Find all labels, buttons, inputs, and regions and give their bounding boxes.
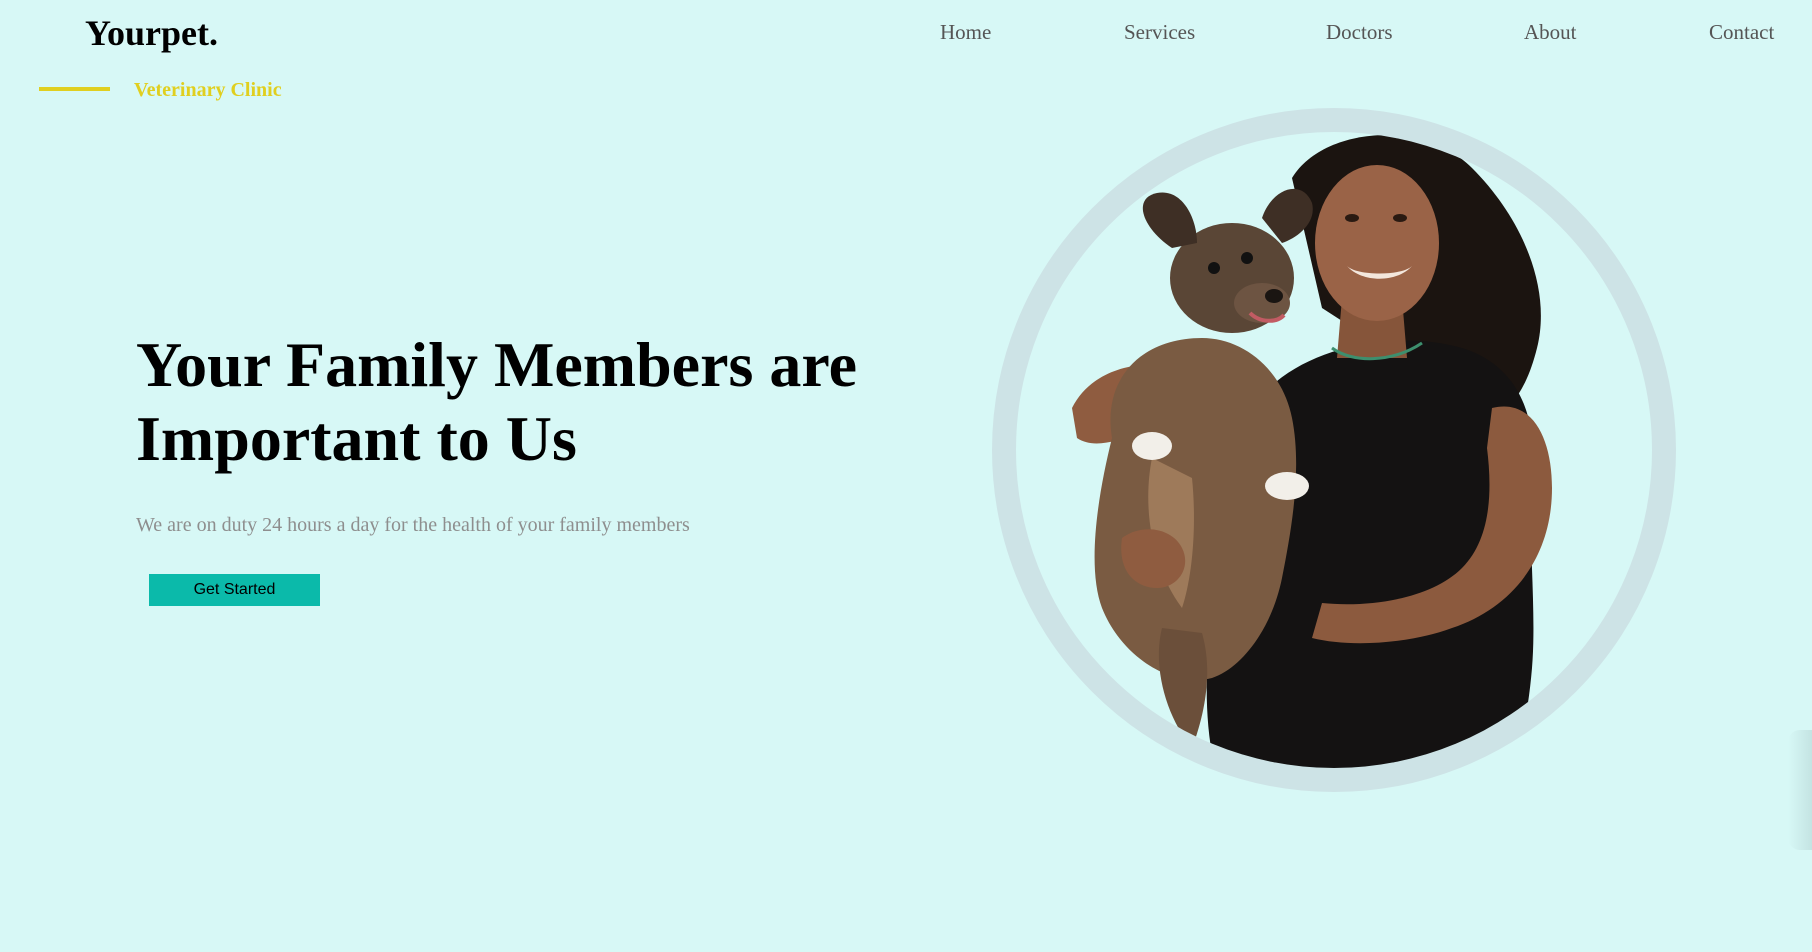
nav-doctors[interactable]: Doctors bbox=[1326, 20, 1393, 45]
hero-image bbox=[992, 108, 1676, 792]
floating-widget-edge bbox=[1788, 730, 1812, 850]
hero-title: Your Family Members are Important to Us bbox=[136, 328, 896, 476]
landing-page: Yourpet. Home Services Doctors About Con… bbox=[0, 0, 1812, 952]
nav-home[interactable]: Home bbox=[940, 20, 991, 45]
hero-title-line-2: Important to Us bbox=[136, 403, 577, 474]
nav-services[interactable]: Services bbox=[1124, 20, 1195, 45]
tagline-divider bbox=[39, 87, 110, 91]
hero-subtitle: We are on duty 24 hours a day for the he… bbox=[136, 514, 690, 536]
woman-holding-dog-photo-icon bbox=[1072, 135, 1552, 768]
nav-contact[interactable]: Contact bbox=[1709, 20, 1774, 45]
main-nav: Home Services Doctors About Contact bbox=[0, 20, 1812, 50]
get-started-button[interactable]: Get Started bbox=[149, 574, 320, 606]
nav-about[interactable]: About bbox=[1524, 20, 1577, 45]
hero-title-line-1: Your Family Members are bbox=[136, 329, 858, 400]
tagline: Veterinary Clinic bbox=[134, 79, 282, 101]
